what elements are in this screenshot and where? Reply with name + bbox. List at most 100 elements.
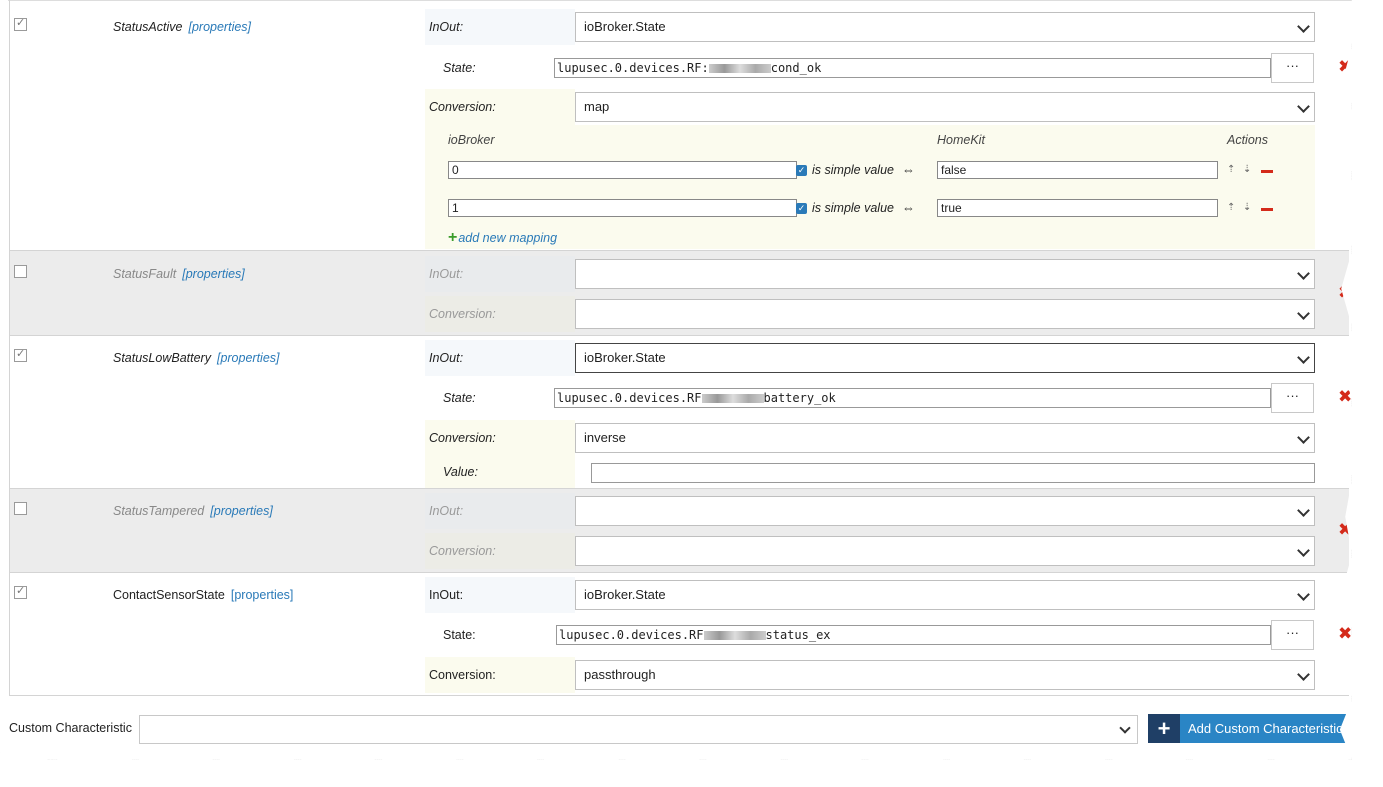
- move-down-icon[interactable]: ⇣: [1243, 202, 1251, 213]
- mapping-col-actions: Actions: [1227, 133, 1268, 147]
- conversion-select-value: inverse: [584, 430, 626, 445]
- chevron-down-icon: [1297, 351, 1310, 364]
- properties-link[interactable]: [properties]: [210, 504, 273, 518]
- enable-checkbox[interactable]: [14, 502, 27, 515]
- mapping-iobroker-input[interactable]: 0: [448, 161, 797, 179]
- browse-state-button[interactable]: ···: [1271, 53, 1314, 83]
- conversion-select[interactable]: passthrough: [575, 660, 1315, 690]
- conversion-label: Conversion:: [425, 89, 575, 125]
- conversion-label: Conversion:: [425, 657, 575, 693]
- conversion-label: Conversion:: [425, 296, 575, 332]
- characteristic-row-status-fault: StatusFault [properties] InOut: ✖ Convers…: [9, 251, 1352, 336]
- delete-icon[interactable]: ✖: [1338, 283, 1352, 303]
- move-up-icon[interactable]: ⇡: [1227, 164, 1235, 175]
- conversion-select-value: map: [584, 99, 610, 114]
- browse-state-button[interactable]: ···: [1271, 383, 1314, 413]
- conversion-select-value: passthrough: [584, 667, 656, 682]
- conversion-select[interactable]: map: [575, 92, 1315, 122]
- characteristic-name: StatusActive [properties]: [113, 20, 251, 34]
- inout-select-value: ioBroker.State: [584, 19, 666, 34]
- move-up-icon[interactable]: ⇡: [1227, 202, 1235, 213]
- mapping-iobroker-input[interactable]: 1: [448, 199, 797, 217]
- state-label: State:: [443, 61, 476, 75]
- enable-checkbox[interactable]: [14, 584, 27, 599]
- enable-checkbox[interactable]: [14, 347, 27, 362]
- conversion-select[interactable]: [575, 536, 1315, 566]
- inout-select[interactable]: ioBroker.State: [575, 580, 1315, 610]
- inout-label: InOut:: [425, 493, 575, 529]
- simple-value-checkbox[interactable]: ✓: [796, 203, 807, 214]
- properties-link[interactable]: [properties]: [231, 588, 294, 602]
- inout-label: InOut:: [425, 340, 575, 376]
- simple-value-checkbox[interactable]: ✓: [796, 165, 807, 176]
- characteristic-row-status-tampered: StatusTampered [properties] InOut: ✖ Conv…: [9, 489, 1352, 573]
- state-suffix: status_ex: [765, 628, 831, 642]
- mapping-homekit-input[interactable]: false: [937, 161, 1218, 179]
- inout-select-value: ioBroker.State: [584, 587, 666, 602]
- chevron-down-icon: [1297, 307, 1310, 320]
- add-mapping-label: add new mapping: [458, 231, 558, 245]
- redacted-text: [708, 64, 771, 73]
- plus-icon: +: [448, 229, 458, 246]
- delete-icon[interactable]: ✖: [1338, 520, 1352, 540]
- inout-label: InOut:: [425, 577, 575, 613]
- properties-link[interactable]: [properties]: [182, 267, 245, 281]
- characteristic-name: StatusTampered [properties]: [113, 504, 273, 518]
- move-down-icon[interactable]: ⇣: [1243, 164, 1251, 175]
- enable-checkbox[interactable]: [14, 16, 27, 31]
- mapping-homekit-input[interactable]: true: [937, 199, 1218, 217]
- chevron-down-icon: [1297, 100, 1310, 113]
- custom-characteristic-label: Custom Characteristic: [9, 721, 132, 735]
- bidirectional-arrow-icon: ⇔: [902, 162, 915, 177]
- add-mapping-link[interactable]: +add new mapping: [448, 229, 557, 247]
- properties-link[interactable]: [properties]: [217, 351, 280, 365]
- browse-state-button[interactable]: ···: [1271, 620, 1314, 650]
- characteristic-name: StatusLowBattery [properties]: [113, 351, 280, 365]
- characteristic-name-text: StatusTampered: [113, 504, 205, 518]
- simple-value-label: is simple value: [812, 201, 894, 215]
- value-input[interactable]: [591, 463, 1315, 483]
- delete-icon[interactable]: ✖: [1338, 57, 1352, 77]
- mapping-col-homekit: HomeKit: [937, 133, 985, 147]
- conversion-label: Conversion:: [425, 420, 575, 456]
- conversion-select[interactable]: inverse: [575, 423, 1315, 453]
- value-label: Value:: [425, 456, 575, 488]
- characteristic-name: ContactSensorState [properties]: [113, 588, 293, 602]
- characteristic-name-text: StatusLowBattery: [113, 351, 211, 365]
- enable-checkbox[interactable]: [14, 265, 27, 278]
- state-input[interactable]: lupusec.0.devices.RF battery_ok: [554, 388, 1271, 408]
- simple-value-label: is simple value: [812, 163, 894, 177]
- conversion-label: Conversion:: [425, 533, 575, 569]
- inout-select[interactable]: [575, 496, 1315, 526]
- chevron-down-icon: [1297, 20, 1310, 33]
- state-input[interactable]: lupusec.0.devices.RF status_ex: [556, 625, 1271, 645]
- inout-select-value: ioBroker.State: [584, 350, 666, 365]
- custom-characteristic-select[interactable]: [139, 715, 1138, 744]
- add-custom-characteristic-label: Add Custom Characteristic: [1188, 721, 1343, 736]
- state-input[interactable]: lupusec.0.devices.RF: cond_ok: [554, 58, 1271, 78]
- characteristics-panel: StatusActive [properties] InOut: ioBroker…: [0, 0, 1352, 760]
- redacted-text: [703, 631, 766, 640]
- chevron-down-icon: [1297, 544, 1310, 557]
- chevron-down-icon: [1119, 722, 1131, 734]
- state-prefix: lupusec.0.devices.RF: [557, 391, 702, 405]
- inout-label: InOut:: [425, 256, 575, 292]
- delete-icon[interactable]: ✖: [1338, 387, 1352, 407]
- add-custom-characteristic-button[interactable]: + Add Custom Characteristic: [1148, 714, 1352, 743]
- redacted-text: [701, 394, 764, 403]
- inout-select[interactable]: ioBroker.State: [575, 343, 1315, 373]
- inout-select[interactable]: [575, 259, 1315, 289]
- delete-icon[interactable]: ✖: [1338, 624, 1352, 644]
- properties-link[interactable]: [properties]: [188, 20, 251, 34]
- characteristic-name: StatusFault [properties]: [113, 267, 245, 281]
- inout-select[interactable]: ioBroker.State: [575, 12, 1315, 42]
- conversion-select[interactable]: [575, 299, 1315, 329]
- bidirectional-arrow-icon: ⇔: [902, 200, 915, 215]
- characteristic-name-text: StatusActive: [113, 20, 183, 34]
- state-suffix: cond_ok: [770, 61, 822, 75]
- remove-mapping-icon[interactable]: [1261, 170, 1273, 173]
- mapping-table: ioBroker HomeKit Actions 0 ✓ is simple v…: [425, 125, 1315, 249]
- state-prefix: lupusec.0.devices.RF:: [557, 61, 709, 75]
- chevron-down-icon: [1297, 431, 1310, 444]
- remove-mapping-icon[interactable]: [1261, 208, 1273, 211]
